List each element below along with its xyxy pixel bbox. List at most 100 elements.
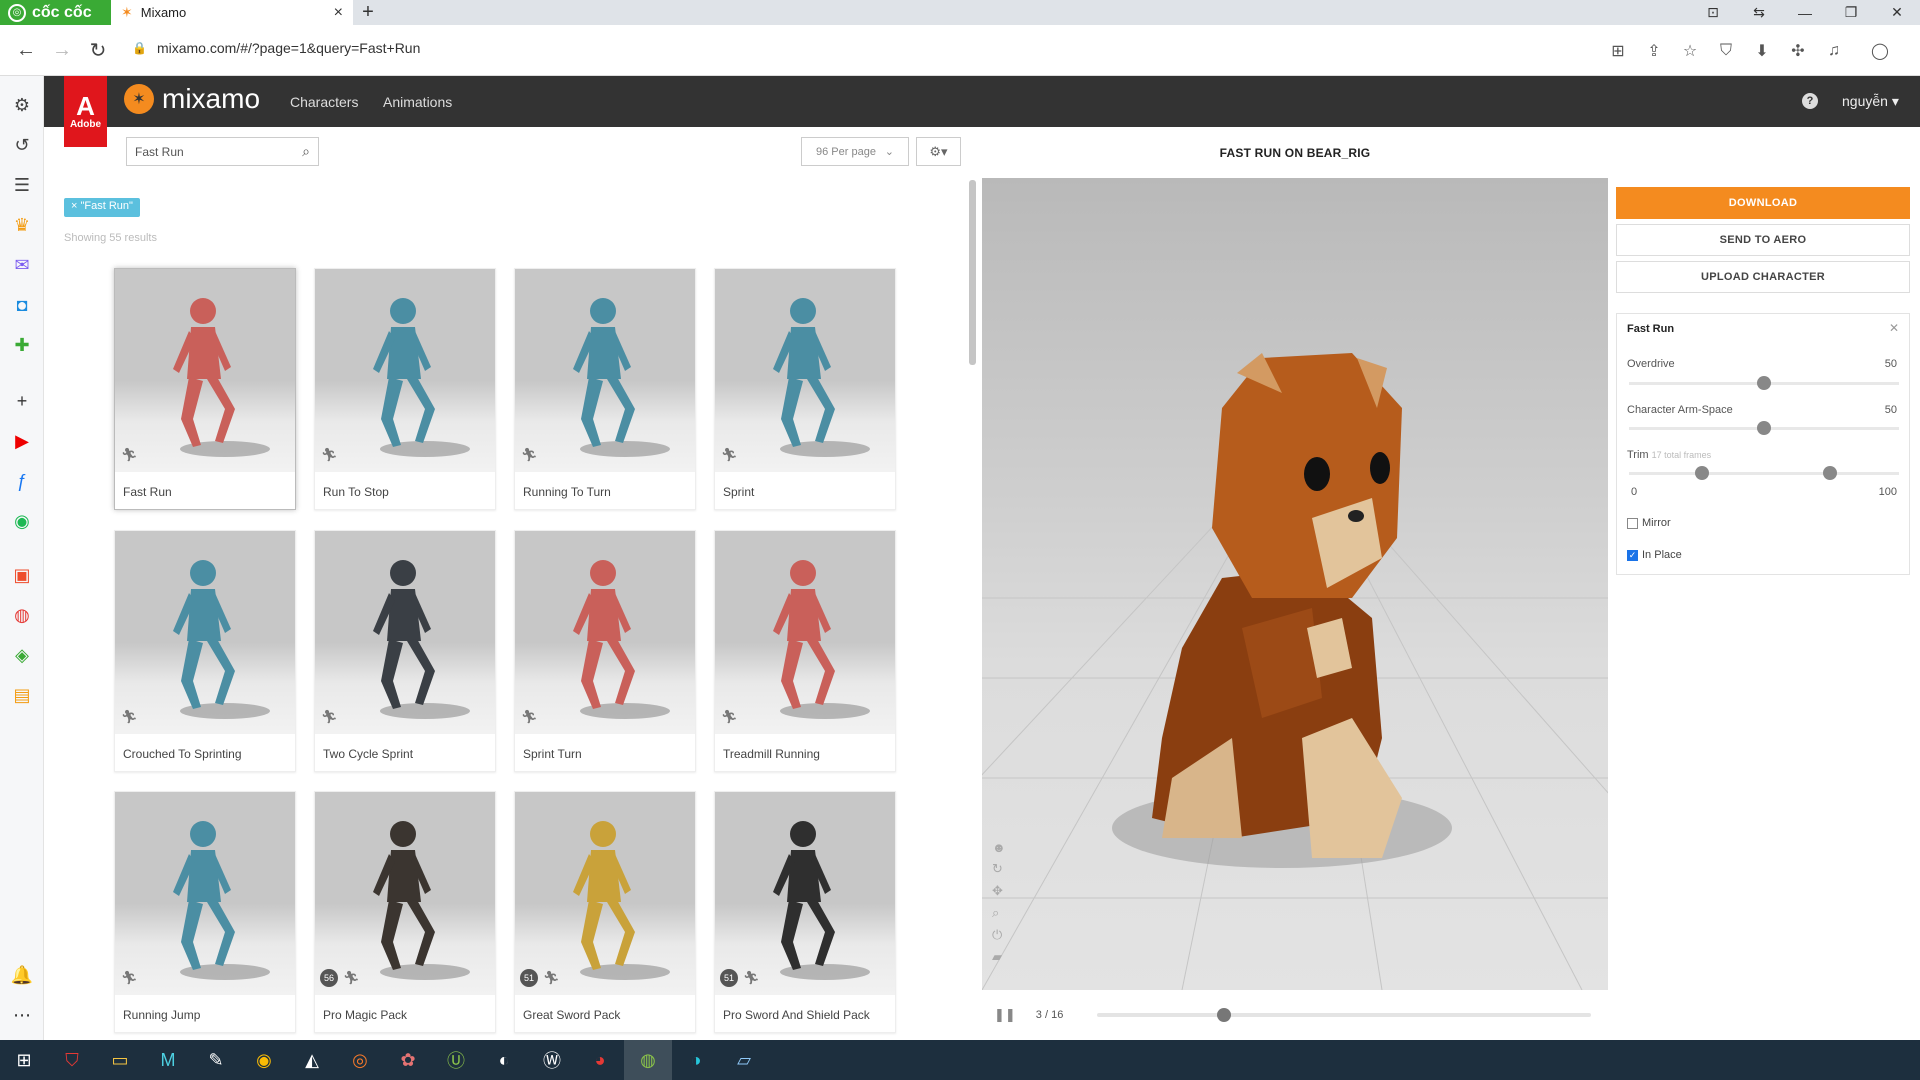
bookmark-star-icon[interactable]: ☆ bbox=[1680, 41, 1700, 61]
animation-card[interactable]: 🏃︎ Sprint Turn bbox=[514, 530, 696, 772]
reading-list-icon[interactable]: ☰ bbox=[9, 172, 35, 198]
nav-animations[interactable]: Animations bbox=[383, 76, 452, 127]
trim-start-knob[interactable] bbox=[1695, 466, 1709, 480]
add-sidebar-icon[interactable]: + bbox=[9, 388, 35, 414]
per-page-select[interactable]: 96 Per page ⌄ bbox=[801, 137, 909, 166]
chrome-icon[interactable]: ◉ bbox=[240, 1040, 288, 1080]
brain-app-icon[interactable]: ✿ bbox=[384, 1040, 432, 1080]
skeleton-icon[interactable]: ☻ bbox=[992, 840, 1006, 855]
timeline-track[interactable] bbox=[1097, 1008, 1592, 1022]
coccoc-taskbar-icon[interactable]: ◕ bbox=[576, 1040, 624, 1080]
nav-characters[interactable]: Characters bbox=[290, 76, 358, 127]
download-button[interactable]: DOWNLOAD bbox=[1616, 187, 1910, 219]
trim-end-knob[interactable] bbox=[1823, 466, 1837, 480]
help-icon[interactable]: ? bbox=[1802, 93, 1818, 109]
overdrive-slider[interactable] bbox=[1629, 376, 1899, 390]
extensions-icon[interactable]: ✣ bbox=[1788, 41, 1808, 61]
share-icon[interactable]: ⇪ bbox=[1644, 41, 1664, 61]
new-tab-button[interactable]: + bbox=[356, 0, 380, 25]
armspace-knob[interactable] bbox=[1757, 421, 1771, 435]
more-icon[interactable]: ⋯ bbox=[9, 1002, 35, 1028]
playlist-icon[interactable]: ♫ bbox=[1824, 42, 1844, 60]
armspace-slider[interactable] bbox=[1629, 421, 1899, 435]
profile-icon[interactable]: ◯ bbox=[1860, 41, 1900, 61]
adobe-logo[interactable]: A Adobe bbox=[64, 76, 107, 147]
tab-search-icon[interactable]: ⊡ bbox=[1690, 0, 1736, 25]
maya-icon[interactable]: M bbox=[144, 1040, 192, 1080]
animation-card[interactable]: 🏃︎ Fast Run bbox=[114, 268, 296, 510]
timeline-knob[interactable] bbox=[1217, 1008, 1232, 1022]
blender-icon[interactable]: ◎ bbox=[336, 1040, 384, 1080]
camera-icon[interactable]: ▰ bbox=[992, 949, 1006, 965]
crown-icon[interactable]: ♛ bbox=[9, 212, 35, 238]
animation-card[interactable]: 🏃︎ Sprint bbox=[714, 268, 896, 510]
search-box[interactable]: Fast Run ⌕ bbox=[126, 137, 319, 166]
zoom-icon[interactable]: ⌕ bbox=[992, 905, 1006, 921]
3d-viewport[interactable] bbox=[982, 178, 1608, 990]
paint-icon[interactable]: ✎ bbox=[192, 1040, 240, 1080]
file-explorer-icon[interactable]: ▭ bbox=[96, 1040, 144, 1080]
upload-character-button[interactable]: UPLOAD CHARACTER bbox=[1616, 261, 1910, 293]
unity-icon[interactable]: ◭ bbox=[288, 1040, 336, 1080]
browser-tab[interactable]: ✶ Mixamo × bbox=[111, 0, 353, 25]
youtube-icon[interactable]: ▶ bbox=[9, 428, 35, 454]
zalo-icon[interactable]: ◘ bbox=[9, 292, 35, 318]
animation-card[interactable]: 🏃︎ Crouched To Sprinting bbox=[114, 530, 296, 772]
upwork-icon[interactable]: Ⓤ bbox=[432, 1040, 480, 1080]
animation-card[interactable]: 56 🏃︎ Pro Magic Pack bbox=[314, 791, 496, 1033]
animation-card[interactable]: 51 🏃︎ Great Sword Pack bbox=[514, 791, 696, 1033]
shield-app-icon[interactable]: ⛉ bbox=[48, 1040, 96, 1080]
notification-bell-icon[interactable]: 🔔 bbox=[9, 962, 35, 988]
address-field[interactable]: 🔒 mixamo.com/#/?page=1&query=Fast+Run bbox=[132, 40, 420, 56]
shield-icon[interactable]: ⛉ bbox=[1716, 42, 1736, 60]
settings-gear-icon[interactable]: ⚙ bbox=[9, 92, 35, 118]
mirror-checkbox[interactable]: Mirror bbox=[1627, 517, 1671, 529]
rotate-icon[interactable]: ↻ bbox=[992, 861, 1006, 877]
mixamo-logo[interactable]: ✶ mixamo bbox=[124, 83, 260, 115]
search-icon[interactable]: ⌕ bbox=[302, 143, 310, 160]
in-place-box[interactable]: ✓ bbox=[1627, 549, 1638, 561]
close-icon[interactable]: ✕ bbox=[1889, 321, 1899, 335]
map-icon[interactable]: ◈ bbox=[9, 642, 35, 668]
reset-icon[interactable]: ⏻ bbox=[992, 927, 1006, 943]
w-app-icon[interactable]: Ⓦ bbox=[528, 1040, 576, 1080]
coccoc-active-icon[interactable]: ◍ bbox=[624, 1040, 672, 1080]
in-place-checkbox[interactable]: ✓ In Place bbox=[1627, 549, 1682, 561]
close-window-button[interactable]: ✕ bbox=[1874, 0, 1920, 25]
game-icon[interactable]: ✚ bbox=[9, 332, 35, 358]
back-button[interactable]: ← bbox=[8, 25, 44, 76]
github-icon[interactable]: ◐ bbox=[480, 1040, 528, 1080]
facebook-icon[interactable]: ƒ bbox=[9, 468, 35, 494]
close-tab-icon[interactable]: × bbox=[334, 4, 343, 22]
history-icon[interactable]: ⇆ bbox=[1736, 0, 1782, 25]
filter-pill[interactable]: × "Fast Run" bbox=[64, 198, 140, 217]
minimize-button[interactable]: — bbox=[1782, 0, 1828, 25]
app-teal-icon[interactable]: ◑ bbox=[672, 1040, 720, 1080]
grid-scrollbar[interactable] bbox=[969, 180, 976, 365]
browser-brand[interactable]: ◎ cốc cốc bbox=[0, 0, 111, 25]
forward-button[interactable]: → bbox=[44, 25, 80, 76]
mirror-box[interactable] bbox=[1627, 517, 1638, 529]
reload-button[interactable]: ↻ bbox=[80, 25, 116, 76]
overdrive-knob[interactable] bbox=[1757, 376, 1771, 390]
cart-icon[interactable]: ▤ bbox=[9, 682, 35, 708]
spotify-icon[interactable]: ◉ bbox=[9, 508, 35, 534]
user-menu[interactable]: nguyễn ▾ bbox=[1842, 93, 1899, 110]
search-input[interactable]: Fast Run bbox=[135, 145, 184, 159]
animation-card[interactable]: 🏃︎ Running Jump bbox=[114, 791, 296, 1033]
animation-card[interactable]: 51 🏃︎ Pro Sword And Shield Pack bbox=[714, 791, 896, 1033]
translate-icon[interactable]: ⊞ bbox=[1608, 41, 1628, 61]
animation-card[interactable]: 🏃︎ Two Cycle Sprint bbox=[314, 530, 496, 772]
maximize-button[interactable]: ❐ bbox=[1828, 0, 1874, 25]
animation-card[interactable]: 🏃︎ Treadmill Running bbox=[714, 530, 896, 772]
download-icon[interactable]: ⬇ bbox=[1752, 41, 1772, 61]
animation-card[interactable]: 🏃︎ Running To Turn bbox=[514, 268, 696, 510]
settings-dropdown[interactable]: ⚙▾ bbox=[916, 137, 961, 166]
send-to-aero-button[interactable]: SEND TO AERO bbox=[1616, 224, 1910, 256]
animation-card[interactable]: 🏃︎ Run To Stop bbox=[314, 268, 496, 510]
windows-start-icon[interactable]: ⊞ bbox=[0, 1040, 48, 1080]
pan-icon[interactable]: ✥ bbox=[992, 883, 1006, 899]
notes-icon[interactable]: ▱ bbox=[720, 1040, 768, 1080]
news-icon[interactable]: ◍ bbox=[9, 602, 35, 628]
shopee-icon[interactable]: ▣ bbox=[9, 562, 35, 588]
